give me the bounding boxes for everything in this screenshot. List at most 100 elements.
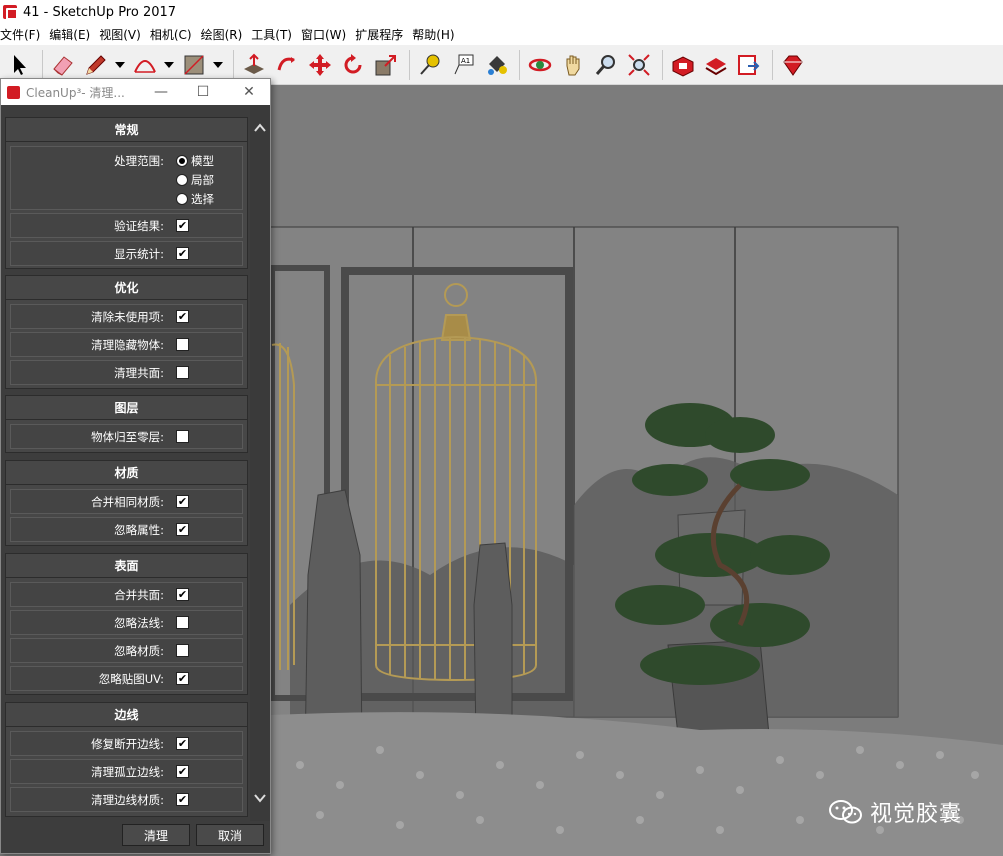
maximize-icon[interactable]: ☐ bbox=[183, 79, 223, 105]
merge-materials-checkbox[interactable] bbox=[176, 495, 189, 508]
scroll-down-icon[interactable] bbox=[253, 791, 267, 805]
wechat-icon bbox=[829, 800, 862, 824]
scope-option-selection[interactable]: 选择 bbox=[176, 191, 214, 207]
edge-material-checkbox[interactable] bbox=[176, 793, 189, 806]
menu-file[interactable]: 文件(F) bbox=[0, 26, 44, 43]
scope-option-model-label: 模型 bbox=[191, 154, 214, 168]
section-layers-header: 图层 bbox=[6, 396, 247, 420]
pan-tool-icon[interactable] bbox=[558, 50, 588, 80]
ignore-normals-row: 忽略法线: bbox=[10, 610, 243, 635]
menu-tools[interactable]: 工具(T) bbox=[251, 26, 296, 43]
ignore-normals-label: 忽略法线: bbox=[114, 615, 164, 630]
scroll-track[interactable] bbox=[254, 145, 266, 785]
push-pull-tool-icon[interactable] bbox=[239, 50, 269, 80]
ignore-attr-label: 忽略属性: bbox=[114, 522, 164, 537]
repair-edges-checkbox[interactable] bbox=[176, 737, 189, 750]
menu-extensions[interactable]: 扩展程序 bbox=[355, 26, 407, 43]
section-faces-header: 表面 bbox=[6, 554, 247, 578]
scroll-up-icon[interactable] bbox=[253, 121, 267, 135]
merge-materials-row: 合并相同材质: bbox=[10, 489, 243, 514]
menu-draw[interactable]: 绘图(R) bbox=[201, 26, 247, 43]
orbit-tool-icon[interactable] bbox=[525, 50, 555, 80]
window-title: 41 - SketchUp Pro 2017 bbox=[23, 4, 177, 20]
zoom-extents-tool-icon[interactable] bbox=[624, 50, 654, 80]
menu-bar: 文件(F) 编辑(E) 视图(V) 相机(C) 绘图(R) 工具(T) 窗口(W… bbox=[0, 24, 1003, 45]
purge-label: 清除未使用项: bbox=[91, 309, 164, 324]
menu-help[interactable]: 帮助(H) bbox=[412, 26, 458, 43]
section-general: 常规 处理范围: 模型 局部 选择 验证结果: ✔ 显示统计: ✔ bbox=[5, 117, 248, 269]
coplanar-checkbox[interactable] bbox=[176, 366, 189, 379]
stats-row: 显示统计: bbox=[10, 241, 243, 266]
paint-bucket-tool-icon[interactable] bbox=[481, 50, 511, 80]
scope-option-model[interactable]: 模型 bbox=[176, 153, 214, 169]
rectangle-dropdown-icon[interactable] bbox=[212, 50, 224, 80]
menu-camera[interactable]: 相机(C) bbox=[150, 26, 196, 43]
scale-tool-icon[interactable] bbox=[371, 50, 401, 80]
pencil-dropdown-icon[interactable] bbox=[114, 50, 126, 80]
ignore-attr-checkbox[interactable] bbox=[176, 523, 189, 536]
toolbar-separator bbox=[409, 49, 410, 80]
dialog-footer: 清理 取消 bbox=[1, 821, 270, 853]
menu-window[interactable]: 窗口(W) bbox=[301, 26, 350, 43]
coplanar-label: 清理共面: bbox=[114, 365, 164, 380]
text-tool-icon[interactable]: A1 bbox=[448, 50, 478, 80]
arc-tool-icon[interactable] bbox=[130, 50, 160, 80]
radio-selection[interactable] bbox=[176, 193, 188, 205]
radio-model[interactable] bbox=[176, 155, 188, 167]
extension-warehouse-icon[interactable] bbox=[701, 50, 731, 80]
dialog-title-bar: CleanUp³- 清理... — ☐ ✕ bbox=[1, 79, 270, 105]
edge-material-label: 清理边线材质: bbox=[91, 792, 164, 807]
arc-dropdown-icon[interactable] bbox=[163, 50, 175, 80]
section-edges-header: 边线 bbox=[6, 703, 247, 727]
dialog-scrollbar[interactable] bbox=[250, 105, 270, 821]
repair-edges-row: 修复断开边线: bbox=[10, 731, 243, 756]
watermark-text: 视觉胶囊 bbox=[870, 802, 963, 827]
ignore-material-label: 忽略材质: bbox=[114, 643, 164, 658]
pencil-tool-icon[interactable] bbox=[81, 50, 111, 80]
eraser-tool-icon[interactable] bbox=[48, 50, 78, 80]
section-edges: 边线 修复断开边线: 清理孤立边线: 清理边线材质: bbox=[5, 702, 248, 817]
scope-option-selection-label: 选择 bbox=[191, 192, 214, 206]
hidden-checkbox[interactable] bbox=[176, 338, 189, 351]
close-icon[interactable]: ✕ bbox=[229, 79, 269, 105]
section-materials-header: 材质 bbox=[6, 461, 247, 485]
stray-edges-checkbox[interactable] bbox=[176, 765, 189, 778]
validate-checkbox[interactable] bbox=[176, 219, 189, 232]
toolbar-separator bbox=[233, 49, 234, 80]
send-to-layout-icon[interactable] bbox=[734, 50, 764, 80]
extension-manager-icon[interactable] bbox=[778, 50, 808, 80]
select-tool-icon[interactable] bbox=[4, 50, 34, 80]
cleanup-dialog: CleanUp³- 清理... — ☐ ✕ 常规 处理范围: 模型 局部 选择 bbox=[0, 78, 271, 854]
layer0-label: 物体归至零层: bbox=[91, 429, 164, 444]
ignore-material-checkbox[interactable] bbox=[176, 644, 189, 657]
rectangle-tool-icon[interactable] bbox=[179, 50, 209, 80]
sketchup-dialog-icon bbox=[7, 85, 20, 99]
layer0-checkbox[interactable] bbox=[176, 430, 189, 443]
follow-me-tool-icon[interactable] bbox=[272, 50, 302, 80]
stats-checkbox[interactable] bbox=[176, 247, 189, 260]
cancel-button[interactable]: 取消 bbox=[196, 824, 264, 846]
stray-edges-label: 清理孤立边线: bbox=[91, 764, 164, 779]
section-optimize: 优化 清除未使用项: 清理隐藏物体: 清理共面: bbox=[5, 275, 248, 389]
menu-edit[interactable]: 编辑(E) bbox=[49, 26, 94, 43]
tape-measure-tool-icon[interactable] bbox=[415, 50, 445, 80]
minimize-icon[interactable]: — bbox=[141, 79, 181, 105]
rotate-tool-icon[interactable] bbox=[338, 50, 368, 80]
section-faces: 表面 合并共面: 忽略法线: 忽略材质: 忽略贴图UV: bbox=[5, 553, 248, 695]
zoom-tool-icon[interactable] bbox=[591, 50, 621, 80]
cleanup-button[interactable]: 清理 bbox=[122, 824, 190, 846]
menu-view[interactable]: 视图(V) bbox=[99, 26, 145, 43]
scope-option-local[interactable]: 局部 bbox=[176, 172, 214, 188]
repair-edges-label: 修复断开边线: bbox=[91, 736, 164, 751]
scope-option-local-label: 局部 bbox=[191, 173, 214, 187]
radio-local[interactable] bbox=[176, 174, 188, 186]
validate-label: 验证结果: bbox=[114, 218, 164, 233]
purge-checkbox[interactable] bbox=[176, 310, 189, 323]
move-tool-icon[interactable] bbox=[305, 50, 335, 80]
ignore-uv-checkbox[interactable] bbox=[176, 672, 189, 685]
3d-warehouse-icon[interactable] bbox=[668, 50, 698, 80]
dialog-title: CleanUp³- 清理... bbox=[26, 85, 125, 100]
ignore-normals-checkbox[interactable] bbox=[176, 616, 189, 629]
merge-coplanar-checkbox[interactable] bbox=[176, 588, 189, 601]
stats-label: 显示统计: bbox=[114, 246, 164, 261]
